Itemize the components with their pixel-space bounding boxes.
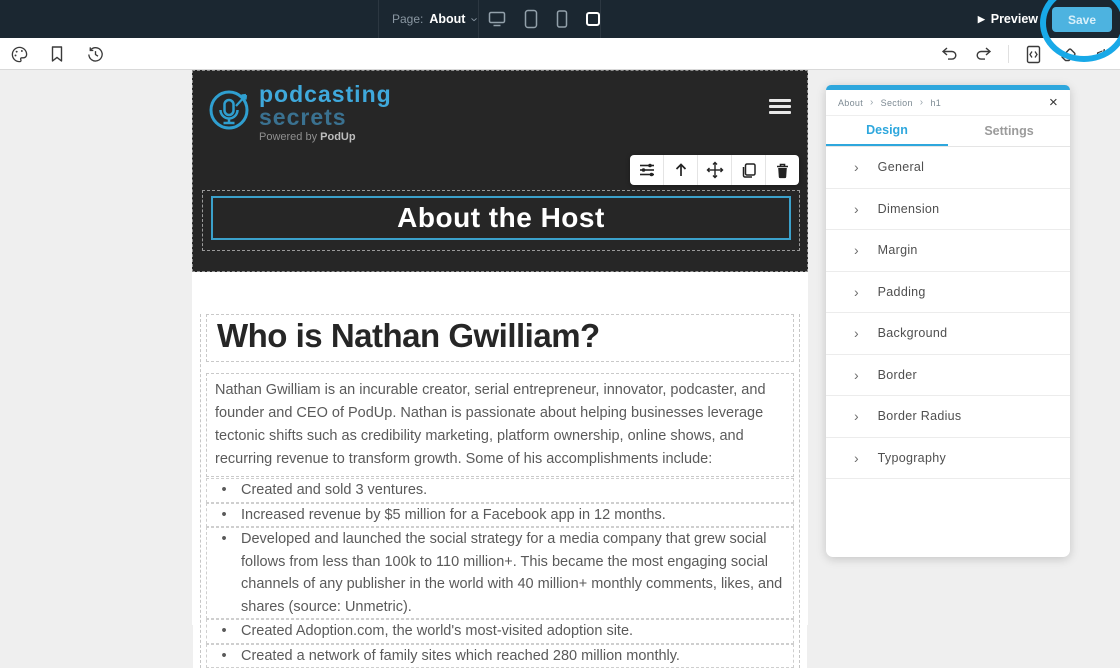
page-code-icon[interactable] — [1022, 43, 1044, 65]
podcasting-secrets-logo[interactable]: podcasting secrets Powered by PodUp — [206, 82, 392, 143]
logo-word-podcasting: podcasting — [259, 82, 392, 106]
selected-h1-element[interactable]: About the Host — [211, 196, 791, 240]
element-toolbar — [630, 155, 799, 185]
save-button[interactable]: Save — [1052, 7, 1112, 32]
list-item[interactable]: • Created and sold 3 ventures. — [206, 478, 794, 503]
panel-section-general[interactable]: › General — [826, 147, 1070, 189]
subheading-block[interactable]: Who is Nathan Gwilliam? — [206, 314, 794, 362]
chevron-right-icon: › — [854, 409, 859, 423]
undo-icon[interactable] — [938, 43, 960, 65]
content-section[interactable]: Who is Nathan Gwilliam? Nathan Gwilliam … — [193, 314, 807, 668]
panel-section-dimension[interactable]: › Dimension — [826, 189, 1070, 231]
preview-label: Preview — [991, 12, 1038, 26]
header-section[interactable]: podcasting secrets Powered by PodUp — [192, 70, 808, 272]
delete-trash-icon[interactable] — [766, 155, 799, 185]
page-canvas: podcasting secrets Powered by PodUp — [192, 70, 808, 625]
paragraph-block[interactable]: Nathan Gwilliam is an incurable creator,… — [206, 373, 794, 477]
breadcrumb: About › Section › h1 × — [826, 90, 1070, 116]
editor-toolbar: </> — [0, 38, 1120, 70]
element-settings-icon[interactable] — [630, 155, 663, 185]
desktop-icon[interactable] — [487, 10, 507, 28]
panel-section-border[interactable]: › Border — [826, 355, 1070, 397]
chevron-right-icon: › — [854, 326, 859, 340]
move-up-icon[interactable] — [664, 155, 697, 185]
list-item[interactable]: • Created a network of family sites whic… — [206, 644, 794, 668]
history-icon[interactable] — [84, 43, 106, 65]
breadcrumb-item-section[interactable]: Section — [881, 98, 913, 108]
chevron-right-icon: › — [854, 285, 859, 299]
breadcrumb-item-about[interactable]: About — [838, 98, 863, 108]
heading-block-wrapper: About the Host — [202, 190, 800, 251]
logo-word-secrets: secrets — [259, 106, 392, 128]
chevron-right-icon: › — [854, 202, 859, 216]
divider — [378, 0, 379, 38]
duplicate-icon[interactable] — [732, 155, 765, 185]
divider — [1008, 45, 1009, 63]
breadcrumb-item-h1[interactable]: h1 — [930, 98, 941, 108]
breadcrumb-separator-icon: › — [870, 97, 874, 108]
phone-icon[interactable] — [555, 9, 569, 29]
top-bar: Page: About › ▶ Preview Save — [0, 0, 1120, 38]
chevron-right-icon: › — [854, 451, 859, 465]
panel-section-margin[interactable]: › Margin — [826, 230, 1070, 272]
paragraph-text: Nathan Gwilliam is an incurable creator,… — [215, 382, 766, 467]
play-icon: ▶ — [978, 15, 985, 24]
bullet-icon: • — [207, 528, 241, 618]
device-switcher — [487, 0, 601, 38]
microphone-logo-icon — [206, 82, 254, 136]
chevron-right-icon: › — [854, 368, 859, 382]
preview-button[interactable]: ▶ Preview — [978, 0, 1038, 38]
bullet-icon: • — [207, 479, 241, 502]
page-title: About the Host — [397, 202, 605, 234]
list-item[interactable]: • Increased revenue by $5 million for a … — [206, 503, 794, 528]
tab-settings[interactable]: Settings — [948, 116, 1070, 146]
eraser-icon[interactable] — [1057, 43, 1079, 65]
chevron-right-icon: › — [854, 160, 859, 174]
page-value: About — [429, 12, 465, 26]
bullet-icon: • — [207, 645, 241, 668]
custom-code-icon[interactable]: </> — [1092, 43, 1114, 65]
list-item[interactable]: • Developed and launched the social stra… — [206, 527, 794, 619]
chevron-down-icon: › — [469, 17, 482, 21]
page-selector-dropdown[interactable]: Page: About › — [384, 0, 486, 38]
mobile-small-icon[interactable] — [585, 11, 601, 27]
panel-section-background[interactable]: › Background — [826, 313, 1070, 355]
page-label: Page: — [392, 12, 423, 26]
breadcrumb-separator-icon: › — [920, 97, 924, 108]
logo-powered-by: Powered by PodUp — [259, 131, 392, 143]
bullet-list: • Created and sold 3 ventures. • Increas… — [206, 478, 794, 668]
subheading-text: Who is Nathan Gwilliam? — [217, 317, 600, 354]
design-settings-panel: About › Section › h1 × Design Settings ›… — [826, 85, 1070, 557]
bookmark-icon[interactable] — [46, 43, 68, 65]
content-column: Who is Nathan Gwilliam? Nathan Gwilliam … — [200, 314, 800, 668]
close-icon[interactable]: × — [1049, 95, 1058, 110]
list-item[interactable]: • Created Adoption.com, the world's most… — [206, 619, 794, 644]
logo-brand-podup: PodUp — [320, 131, 355, 143]
redo-icon[interactable] — [973, 43, 995, 65]
bullet-icon: • — [207, 620, 241, 643]
hamburger-menu-icon[interactable] — [769, 99, 791, 117]
panel-tabs: Design Settings — [826, 116, 1070, 147]
panel-section-border-radius[interactable]: › Border Radius — [826, 396, 1070, 438]
drag-move-icon[interactable] — [698, 155, 731, 185]
tab-design[interactable]: Design — [826, 116, 948, 146]
theme-palette-icon[interactable] — [8, 43, 30, 65]
chevron-right-icon: › — [854, 243, 859, 257]
panel-section-typography[interactable]: › Typography — [826, 438, 1070, 480]
bullet-icon: • — [207, 504, 241, 527]
tablet-icon[interactable] — [523, 9, 539, 29]
panel-section-padding[interactable]: › Padding — [826, 272, 1070, 314]
